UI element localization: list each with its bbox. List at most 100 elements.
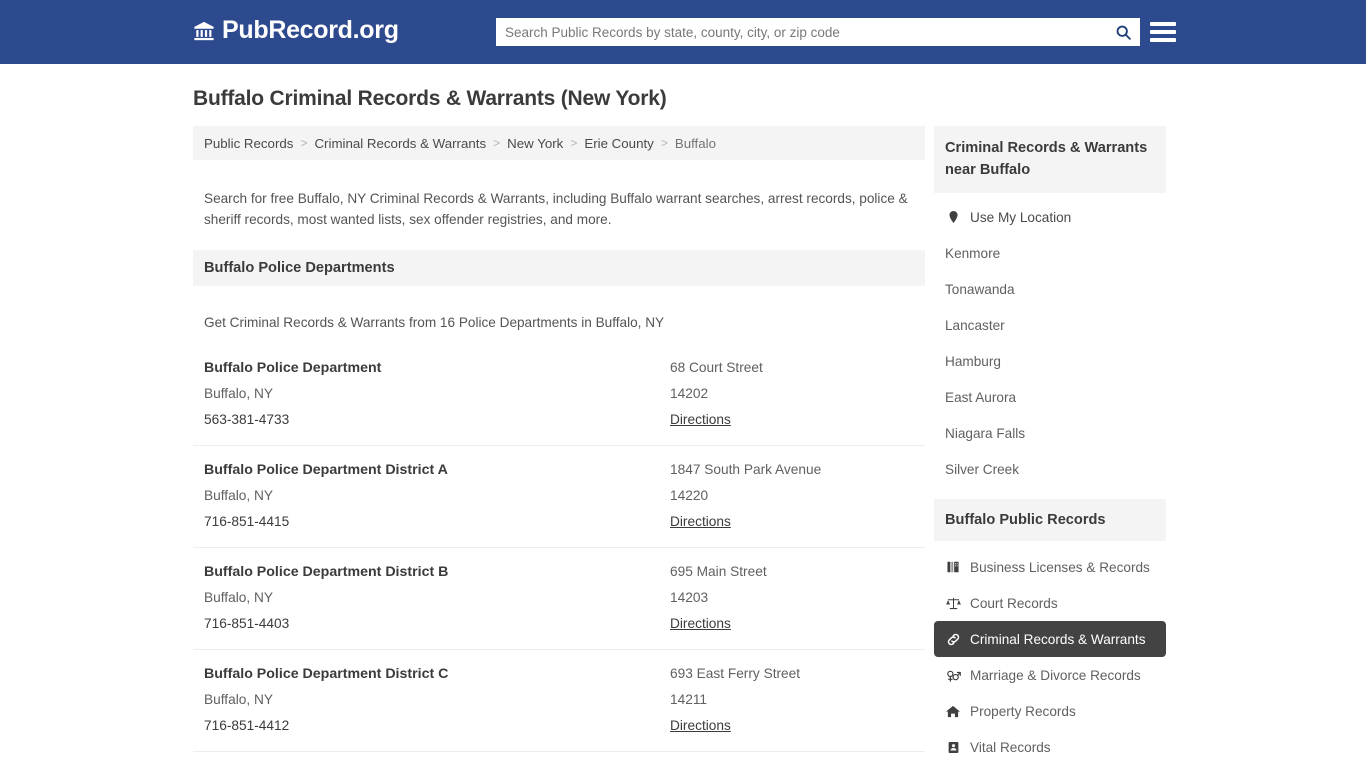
listing-street: 669 Hertel Avenue xyxy=(670,763,914,768)
sidebar-item-label: Property Records xyxy=(970,703,1076,719)
section-note: Get Criminal Records & Warrants from 16 … xyxy=(204,315,665,331)
page-title: Buffalo Criminal Records & Warrants (New… xyxy=(193,87,667,110)
public-records-list: Business Licenses & Records Court Record… xyxy=(934,541,1166,765)
listing-phone: 716-851-4403 xyxy=(204,616,290,632)
sidebar-item-label: Niagara Falls xyxy=(945,425,1026,441)
listing-street: 68 Court Street xyxy=(670,360,763,376)
bank-icon xyxy=(193,20,215,42)
listing-city-state: Buffalo, NY xyxy=(204,590,273,606)
police-department-list: Buffalo Police Department Buffalo, NY 56… xyxy=(193,344,925,768)
site-header: PubRecord.org xyxy=(0,0,1366,64)
sidebar-item-lancaster[interactable]: Lancaster xyxy=(934,307,1166,343)
sidebar-item-marriage-divorce[interactable]: Marriage & Divorce Records xyxy=(934,657,1166,693)
listing-city-state: Buffalo, NY xyxy=(204,386,273,402)
listing-zip: 14211 xyxy=(670,692,708,708)
sidebar-item-label: Marriage & Divorce Records xyxy=(970,667,1141,683)
listing-details: Buffalo Police Department District A Buf… xyxy=(204,457,670,535)
directions-link[interactable]: Directions xyxy=(670,713,731,739)
sidebar-item-label: Lancaster xyxy=(945,317,1005,333)
sidebar-item-hamburg[interactable]: Hamburg xyxy=(934,343,1166,379)
breadcrumb-item-buffalo: Buffalo xyxy=(674,135,717,151)
site-logo-link[interactable]: PubRecord.org xyxy=(193,18,399,43)
building-icon xyxy=(945,560,961,574)
hamburger-menu-icon[interactable] xyxy=(1150,20,1176,44)
hamburger-bar xyxy=(1150,30,1176,34)
listing-address: 68 Court Street 14202 Directions xyxy=(670,355,914,433)
sidebar-item-use-my-location[interactable]: Use My Location xyxy=(934,199,1166,235)
sidebar-item-court-records[interactable]: Court Records xyxy=(934,585,1166,621)
sidebar-item-label: East Aurora xyxy=(945,389,1017,405)
hamburger-bar xyxy=(1150,38,1176,42)
sidebar: Criminal Records & Warrants near Buffalo… xyxy=(934,126,1166,765)
directions-link[interactable]: Directions xyxy=(670,611,731,637)
list-item: Buffalo Police Department District A Buf… xyxy=(193,446,925,549)
sidebar-item-vital-records[interactable]: Vital Records xyxy=(934,729,1166,765)
listing-street: 1847 South Park Avenue xyxy=(670,462,822,478)
listing-details: Buffalo Police Department District B Buf… xyxy=(204,559,670,637)
directions-link[interactable]: Directions xyxy=(670,509,731,535)
sidebar-item-label: Vital Records xyxy=(970,739,1051,755)
sidebar-item-tonawanda[interactable]: Tonawanda xyxy=(934,271,1166,307)
sidebar-item-label: Court Records xyxy=(970,595,1058,611)
main-content: Public Records > Criminal Records & Warr… xyxy=(193,126,925,768)
listing-phone: 563-381-4733 xyxy=(204,412,290,428)
listing-zip: 14202 xyxy=(670,386,709,402)
breadcrumb-item-public-records[interactable]: Public Records xyxy=(204,136,293,151)
sidebar-heading-nearby: Criminal Records & Warrants near Buffalo xyxy=(934,126,1166,193)
directions-link[interactable]: Directions xyxy=(670,407,731,433)
listing-name-link[interactable]: Buffalo Police Department xyxy=(204,355,670,381)
sidebar-item-niagara-falls[interactable]: Niagara Falls xyxy=(934,415,1166,451)
chain-link-icon xyxy=(945,632,961,647)
breadcrumb-item-new-york[interactable]: New York xyxy=(507,136,563,151)
site-logo-text: PubRecord.org xyxy=(222,16,399,44)
sidebar-item-label: Business Licenses & Records xyxy=(970,559,1150,575)
breadcrumb: Public Records > Criminal Records & Warr… xyxy=(193,126,925,160)
sidebar-item-property-records[interactable]: Property Records xyxy=(934,693,1166,729)
sidebar-item-label: Silver Creek xyxy=(945,461,1020,477)
list-item: Buffalo Police Department District D Buf… xyxy=(193,752,925,768)
breadcrumb-item-erie-county[interactable]: Erie County xyxy=(584,136,653,151)
sidebar-item-label: Kenmore xyxy=(945,245,1001,261)
listing-zip: 14203 xyxy=(670,590,709,606)
breadcrumb-separator: > xyxy=(570,136,578,150)
listing-zip: 14220 xyxy=(670,488,709,504)
listing-name-link[interactable]: Buffalo Police Department District D xyxy=(204,763,670,768)
home-icon xyxy=(945,704,961,719)
gender-symbols-icon xyxy=(945,668,961,683)
nearby-locations-list: Use My Location Kenmore Tonawanda Lancas… xyxy=(934,193,1166,487)
sidebar-item-criminal-records[interactable]: Criminal Records & Warrants xyxy=(934,621,1166,657)
sidebar-item-kenmore[interactable]: Kenmore xyxy=(934,235,1166,271)
search-bar xyxy=(496,18,1140,46)
sidebar-item-label: Use My Location xyxy=(970,209,1072,225)
listing-address: 669 Hertel Avenue 14207 Directions xyxy=(670,763,914,768)
breadcrumb-separator: > xyxy=(660,136,668,150)
sidebar-item-east-aurora[interactable]: East Aurora xyxy=(934,379,1166,415)
listing-city-state: Buffalo, NY xyxy=(204,692,273,708)
listing-city-state: Buffalo, NY xyxy=(204,488,273,504)
list-item: Buffalo Police Department District B Buf… xyxy=(193,548,925,651)
scales-icon xyxy=(945,596,961,611)
listing-name-link[interactable]: Buffalo Police Department District A xyxy=(204,457,670,483)
listing-name-link[interactable]: Buffalo Police Department District B xyxy=(204,559,670,585)
listing-details: Buffalo Police Department Buffalo, NY 56… xyxy=(204,355,670,433)
sidebar-item-label: Tonawanda xyxy=(945,281,1015,297)
listing-street: 693 East Ferry Street xyxy=(670,666,801,682)
hamburger-bar xyxy=(1150,22,1176,26)
search-icon xyxy=(1115,24,1132,41)
listing-details: Buffalo Police Department District D Buf… xyxy=(204,763,670,768)
sidebar-item-label: Criminal Records & Warrants xyxy=(970,631,1146,647)
map-pin-icon xyxy=(945,209,961,225)
sidebar-heading-public-records: Buffalo Public Records xyxy=(934,499,1166,541)
list-item: Buffalo Police Department District C Buf… xyxy=(193,650,925,753)
listing-phone: 716-851-4412 xyxy=(204,718,290,734)
list-item: Buffalo Police Department Buffalo, NY 56… xyxy=(193,344,925,447)
listing-name-link[interactable]: Buffalo Police Department District C xyxy=(204,661,670,687)
listing-address: 693 East Ferry Street 14211 Directions xyxy=(670,661,914,739)
sidebar-item-silver-creek[interactable]: Silver Creek xyxy=(934,451,1166,487)
id-card-icon xyxy=(945,740,961,755)
search-input[interactable] xyxy=(496,19,1106,45)
sidebar-item-business-licenses[interactable]: Business Licenses & Records xyxy=(934,549,1166,585)
breadcrumb-separator: > xyxy=(300,136,308,150)
search-button[interactable] xyxy=(1106,18,1140,46)
breadcrumb-item-criminal-records[interactable]: Criminal Records & Warrants xyxy=(314,136,486,151)
